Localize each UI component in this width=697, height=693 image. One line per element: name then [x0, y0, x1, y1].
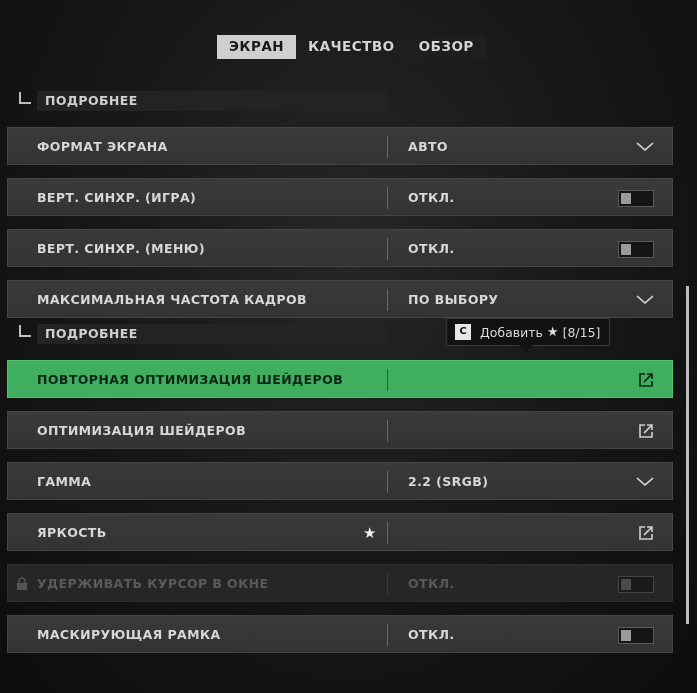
tab-screen[interactable]: ЭКРАН [217, 35, 297, 59]
setting-row-aspect-ratio[interactable]: ФОРМАТ ЭКРАНА АВТО [7, 127, 673, 165]
setting-value: ОТКЛ. [408, 240, 455, 256]
setting-value: ОТКЛ. [408, 626, 455, 642]
setting-row-vsync-game[interactable]: ВЕРТ. СИНХР. (ИГРА) ОТКЛ. [7, 178, 673, 216]
setting-row-gamma[interactable]: ГАММА 2.2 (SRGB) [7, 462, 673, 500]
setting-row-max-framerate[interactable]: МАКСИМАЛЬНАЯ ЧАСТОТА КАДРОВ ПО ВЫБОРУ [7, 280, 673, 318]
divider [387, 187, 388, 209]
divider [387, 573, 388, 595]
setting-label: ФОРМАТ ЭКРАНА [37, 138, 168, 154]
setting-label: ЯРКОСТЬ [37, 524, 107, 540]
tab-quality[interactable]: КАЧЕСТВО [296, 35, 407, 59]
details-label: ПОДРОБНЕЕ [37, 91, 387, 111]
setting-value: АВТО [408, 138, 448, 154]
details-link-1[interactable]: ПОДРОБНЕЕ [19, 91, 387, 111]
toggle-knob [621, 629, 631, 641]
toggle-switch[interactable] [618, 626, 654, 644]
toggle-knob [621, 192, 631, 204]
setting-label: ВЕРТ. СИНХР. (МЕНЮ) [37, 240, 205, 256]
setting-label: МАСКИРУЮЩАЯ РАМКА [37, 626, 221, 642]
key-hint: C [455, 324, 471, 340]
divider [387, 238, 388, 260]
toggle-knob [621, 243, 631, 255]
favorite-star-icon[interactable]: ★ [363, 524, 376, 542]
chevron-down-icon[interactable] [636, 128, 654, 166]
chevron-down-icon[interactable] [636, 463, 654, 501]
setting-value: ОТКЛ. [408, 189, 455, 205]
tooltip-count: [8/15] [562, 324, 601, 340]
divider [387, 471, 388, 493]
tooltip-text: Добавить [480, 324, 543, 340]
divider [387, 136, 388, 158]
setting-row-brightness[interactable]: ЯРКОСТЬ ★ [7, 513, 673, 551]
setting-label: МАКСИМАЛЬНАЯ ЧАСТОТА КАДРОВ [37, 291, 307, 307]
details-label: ПОДРОБНЕЕ [37, 324, 387, 344]
favorite-tooltip: C Добавить ★ [8/15] [446, 318, 610, 352]
external-link-icon[interactable] [638, 361, 654, 399]
setting-row-shader-optimize[interactable]: ОПТИМИЗАЦИЯ ШЕЙДЕРОВ [7, 411, 673, 449]
toggle-knob [621, 578, 631, 590]
divider [387, 624, 388, 646]
tooltip-arrow [519, 345, 533, 352]
setting-label: ВЕРТ. СИНХР. (ИГРА) [37, 189, 197, 205]
setting-row-mask-frame[interactable]: МАСКИРУЮЩАЯ РАМКА ОТКЛ. [7, 615, 673, 653]
divider [387, 289, 388, 311]
toggle-switch [618, 575, 654, 593]
setting-label: ГАММА [37, 473, 92, 489]
setting-row-confine-cursor: УДЕРЖИВАТЬ КУРСОР В ОКНЕ ОТКЛ. [7, 564, 673, 602]
external-link-icon[interactable] [638, 412, 654, 450]
divider [387, 369, 388, 391]
toggle-switch[interactable] [618, 240, 654, 258]
setting-row-shader-reoptimize[interactable]: ПОВТОРНАЯ ОПТИМИЗАЦИЯ ШЕЙДЕРОВ [7, 360, 673, 398]
divider [387, 420, 388, 442]
scrollbar[interactable] [686, 286, 689, 624]
settings-tabs: ЭКРАН КАЧЕСТВО ОБЗОР [217, 35, 486, 59]
lock-icon [16, 576, 28, 595]
chevron-down-icon[interactable] [636, 281, 654, 319]
setting-value: ОТКЛ. [408, 575, 455, 591]
tree-branch-icon [19, 325, 31, 337]
toggle-switch[interactable] [618, 189, 654, 207]
details-link-2[interactable]: ПОДРОБНЕЕ [19, 324, 387, 344]
setting-value: 2.2 (SRGB) [408, 473, 489, 489]
setting-label: ПОВТОРНАЯ ОПТИМИЗАЦИЯ ШЕЙДЕРОВ [37, 371, 344, 387]
setting-label: УДЕРЖИВАТЬ КУРСОР В ОКНЕ [37, 575, 269, 591]
setting-value: ПО ВЫБОРУ [408, 291, 499, 307]
setting-row-vsync-menu[interactable]: ВЕРТ. СИНХР. (МЕНЮ) ОТКЛ. [7, 229, 673, 267]
star-icon: ★ [546, 324, 559, 340]
external-link-icon[interactable] [638, 514, 654, 552]
setting-label: ОПТИМИЗАЦИЯ ШЕЙДЕРОВ [37, 422, 246, 438]
divider [387, 522, 388, 544]
tree-branch-icon [19, 92, 31, 104]
tab-view[interactable]: ОБЗОР [406, 35, 486, 59]
